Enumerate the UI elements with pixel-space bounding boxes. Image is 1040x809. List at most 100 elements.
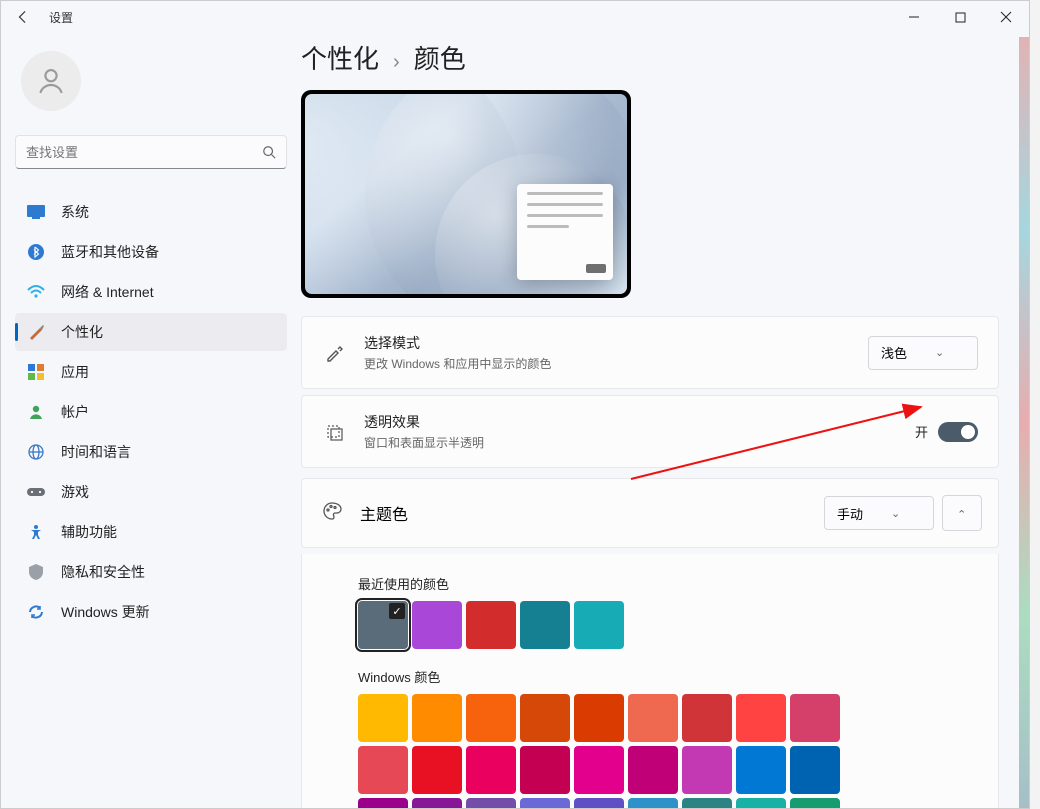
windows-color-swatch[interactable] [736, 746, 786, 794]
theme-select[interactable]: 手动 ⌄ [824, 496, 934, 530]
mode-sub: 更改 Windows 和应用中显示的颜色 [364, 355, 868, 372]
windows-color-swatch[interactable] [736, 694, 786, 742]
breadcrumb-current: 颜色 [414, 39, 466, 76]
windows-color-swatch[interactable] [412, 798, 462, 808]
windows-color-swatch[interactable] [412, 694, 462, 742]
windows-color-swatch[interactable] [628, 746, 678, 794]
avatar[interactable] [21, 51, 81, 111]
windows-color-swatch[interactable] [574, 798, 624, 808]
recent-color-swatch[interactable] [358, 601, 408, 649]
nav-label: 应用 [61, 362, 89, 382]
windows-color-swatch[interactable] [682, 746, 732, 794]
globe-icon [25, 441, 47, 463]
windows-color-swatch[interactable] [466, 798, 516, 808]
search-icon [262, 145, 276, 159]
account-icon [25, 401, 47, 423]
recent-color-swatch[interactable] [466, 601, 516, 649]
windows-color-swatch[interactable] [574, 746, 624, 794]
obscured-right-edge [1019, 37, 1029, 808]
nav-label: 系统 [61, 202, 89, 222]
nav-gaming[interactable]: 游戏 [15, 473, 287, 511]
close-button[interactable] [983, 1, 1029, 33]
chevron-right-icon: › [393, 51, 400, 74]
nav-label: 帐户 [61, 402, 89, 422]
nav-apps[interactable]: 应用 [15, 353, 287, 391]
bluetooth-icon [25, 241, 47, 263]
nav-privacy[interactable]: 隐私和安全性 [15, 553, 287, 591]
maximize-button[interactable] [937, 1, 983, 33]
collapse-button[interactable]: ⌄ [942, 495, 982, 531]
mode-select[interactable]: 浅色 ⌄ [868, 336, 978, 370]
windows-color-swatch[interactable] [790, 746, 840, 794]
theme-title: 主题色 [360, 501, 824, 525]
mode-title: 选择模式 [364, 333, 868, 353]
transparency-sub: 窗口和表面显示半透明 [364, 434, 915, 451]
nav-label: Windows 更新 [61, 602, 150, 622]
brush-icon [25, 321, 47, 343]
nav-network[interactable]: 网络 & Internet [15, 273, 287, 311]
windows-color-swatch[interactable] [358, 798, 408, 808]
windows-color-swatch[interactable] [412, 746, 462, 794]
windows-color-swatch[interactable] [466, 746, 516, 794]
nav-list: 系统 蓝牙和其他设备 网络 & Internet 个性化 应用 [15, 193, 287, 631]
chevron-down-icon: ⌄ [891, 507, 900, 520]
windows-color-swatch[interactable] [682, 694, 732, 742]
system-icon [25, 201, 47, 223]
windows-color-swatch[interactable] [520, 694, 570, 742]
recent-color-swatch[interactable] [412, 601, 462, 649]
theme-color-card: 主题色 手动 ⌄ ⌄ [301, 478, 999, 548]
back-button[interactable] [11, 5, 35, 29]
nav-system[interactable]: 系统 [15, 193, 287, 231]
preview-window-card [517, 184, 613, 280]
windows-color-swatch[interactable] [358, 746, 408, 794]
transparency-toggle[interactable] [938, 422, 978, 442]
nav-bluetooth[interactable]: 蓝牙和其他设备 [15, 233, 287, 271]
main-content: 个性化 › 颜色 选择模式 更改 Wi [301, 33, 1029, 808]
gamepad-icon [25, 481, 47, 503]
windows-colors-grid [358, 694, 978, 808]
windows-color-swatch[interactable] [466, 694, 516, 742]
nav-label: 隐私和安全性 [61, 562, 145, 582]
transparency-title: 透明效果 [364, 412, 915, 432]
windows-color-swatch[interactable] [628, 798, 678, 808]
recent-color-swatch[interactable] [574, 601, 624, 649]
nav-label: 蓝牙和其他设备 [61, 242, 159, 262]
nav-accounts[interactable]: 帐户 [15, 393, 287, 431]
windows-color-swatch[interactable] [682, 798, 732, 808]
transparency-icon [322, 422, 346, 442]
breadcrumb: 个性化 › 颜色 [301, 39, 999, 76]
search-input[interactable] [26, 145, 262, 160]
desktop-preview [301, 90, 631, 298]
windows-color-swatch[interactable] [358, 694, 408, 742]
recent-colors-row [358, 601, 978, 649]
windows-colors-label: Windows 颜色 [358, 667, 978, 686]
wifi-icon [25, 281, 47, 303]
brush-outline-icon [322, 343, 346, 363]
breadcrumb-parent[interactable]: 个性化 [301, 39, 379, 76]
mode-card: 选择模式 更改 Windows 和应用中显示的颜色 浅色 ⌄ [301, 316, 999, 389]
windows-color-swatch[interactable] [790, 694, 840, 742]
nav-accessibility[interactable]: 辅助功能 [15, 513, 287, 551]
nav-personalization[interactable]: 个性化 [15, 313, 287, 351]
update-icon [25, 601, 47, 623]
sidebar: 系统 蓝牙和其他设备 网络 & Internet 个性化 应用 [1, 33, 301, 808]
windows-color-swatch[interactable] [574, 694, 624, 742]
windows-color-swatch[interactable] [628, 694, 678, 742]
titlebar: 设置 [1, 1, 1029, 33]
minimize-button[interactable] [891, 1, 937, 33]
recent-color-swatch[interactable] [520, 601, 570, 649]
windows-color-swatch[interactable] [520, 746, 570, 794]
theme-value: 手动 [837, 504, 863, 523]
nav-windows-update[interactable]: Windows 更新 [15, 593, 287, 631]
nav-label: 个性化 [61, 322, 103, 342]
windows-color-swatch[interactable] [790, 798, 840, 808]
search-box[interactable] [15, 135, 287, 169]
theme-color-panel: 最近使用的颜色 Windows 颜色 [301, 554, 999, 808]
nav-time-language[interactable]: 时间和语言 [15, 433, 287, 471]
apps-icon [25, 361, 47, 383]
windows-color-swatch[interactable] [520, 798, 570, 808]
windows-color-swatch[interactable] [736, 798, 786, 808]
nav-label: 辅助功能 [61, 522, 117, 542]
shield-icon [25, 561, 47, 583]
accessibility-icon [25, 521, 47, 543]
